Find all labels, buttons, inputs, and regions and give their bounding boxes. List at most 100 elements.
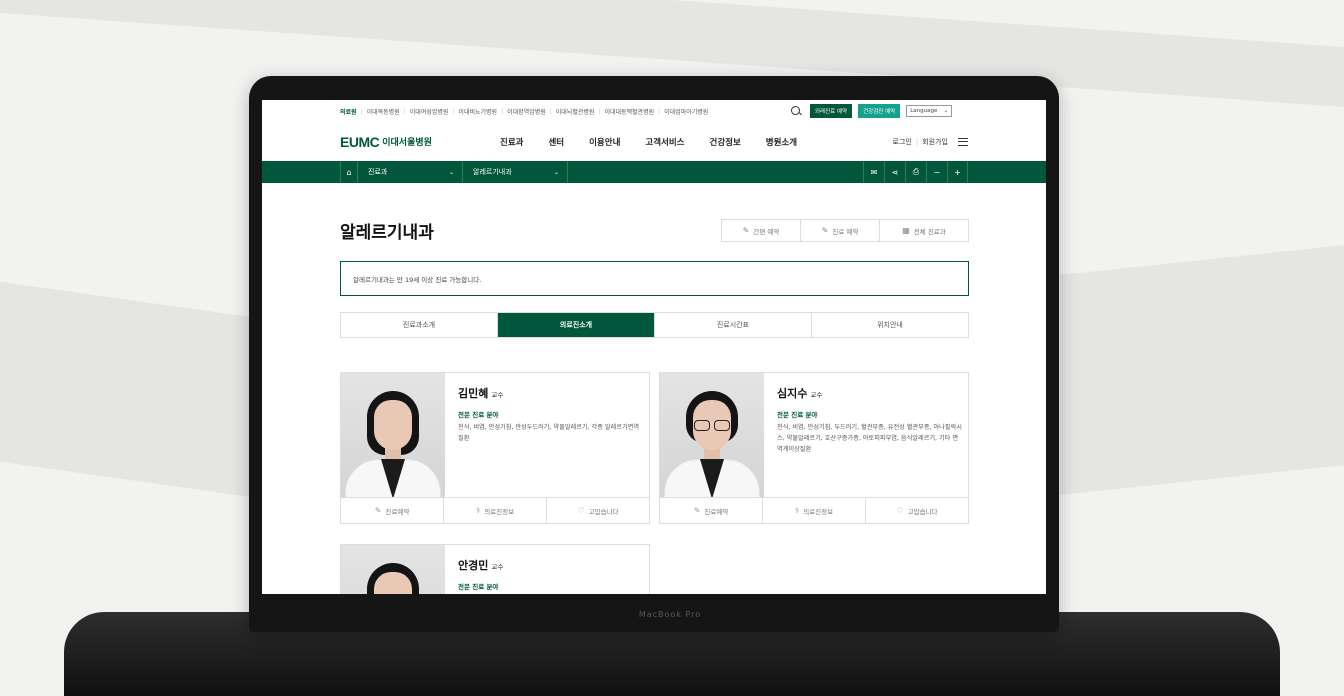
edit-icon: ✎ bbox=[821, 226, 829, 235]
doctor-reservation-button[interactable]: ✎ 진료예약 bbox=[341, 498, 444, 523]
heart-icon: ♡ bbox=[577, 506, 585, 515]
notice-text: 알레르기내과는 만 19세 이상 진료 가능합니다. bbox=[353, 275, 482, 284]
doctor-info: 안경민 교수 전문 진료 분야 bbox=[458, 557, 643, 591]
tab-doctors[interactable]: 의료진소개 bbox=[498, 313, 655, 337]
heart-icon: ♡ bbox=[896, 506, 904, 515]
specialty-text: 천식, 비염, 만성기침, 두드러기, 혈관부종, 유전성 혈관부종, 아나필락… bbox=[777, 424, 962, 453]
share-icon[interactable]: ⋖ bbox=[884, 161, 905, 183]
site-link-women-cancer[interactable]: 이대여성암병원 bbox=[406, 107, 453, 116]
doctor-actions: ✎ 진료예약 ⚕ 의료진정보 ♡ 고맙습니다 bbox=[660, 497, 968, 523]
thanks-button[interactable]: ♡ 고맙습니다 bbox=[547, 498, 649, 523]
site-link-urology[interactable]: 이대비뇨기병원 bbox=[454, 107, 501, 116]
logo-name: 이대서울병원 bbox=[382, 138, 432, 148]
language-select[interactable]: Language ⌄ bbox=[906, 105, 953, 117]
quick-reservation-button[interactable]: ✎ 간편 예약 bbox=[722, 220, 801, 241]
language-label: Language bbox=[910, 108, 938, 114]
menu-icon[interactable] bbox=[958, 137, 968, 146]
specialty-text: 천식, 비염, 만성기침, 만성두드러기, 약물알레르기, 각종 알레르기면역질… bbox=[458, 424, 640, 442]
tab-location[interactable]: 위치안내 bbox=[812, 313, 968, 337]
doctor-name: 심지수 교수 bbox=[777, 385, 962, 401]
doctor-title: 교수 bbox=[491, 563, 504, 571]
global-nav: 진료과 센터 이용안내 고객서비스 건강정보 병원소개 bbox=[500, 136, 822, 148]
specialty-label: 전문 진료 분야 bbox=[777, 411, 818, 419]
doctor-title: 교수 bbox=[810, 391, 823, 399]
location-depth1-label: 진료과 bbox=[368, 168, 388, 176]
doctor-info: 심지수 교수 전문 진료 분야 천식, 비염, 만성기침, 두드러기, 혈관부종,… bbox=[777, 385, 962, 455]
chevron-down-icon: ⌄ bbox=[448, 168, 454, 176]
doctor-info: 김민혜 교수 전문 진료 분야 천식, 비염, 만성기침, 만성두드러기, 약물알… bbox=[458, 385, 643, 444]
doctor-card: 심지수 교수 전문 진료 분야 천식, 비염, 만성기침, 두드러기, 혈관부종,… bbox=[659, 372, 969, 524]
thanks-label: 고맙습니다 bbox=[907, 507, 938, 516]
site-link-cerebrovascular[interactable]: 이대뇌혈관병원 bbox=[552, 107, 599, 116]
site-link-mom-baby[interactable]: 이대엄마아기병원 bbox=[660, 107, 712, 116]
logo[interactable]: EUMC 이대서울병원 bbox=[340, 134, 480, 150]
page-tools: ✉ ⋖ ⎙ − + bbox=[863, 161, 968, 183]
background-shadow bbox=[1060, 245, 1344, 495]
doctor-actions: ✎ 진료예약 ⚕ 의료진정보 ♡ 고맙습니다 bbox=[341, 497, 649, 523]
site-link-cancer[interactable]: 이대함역암병원 bbox=[503, 107, 550, 116]
notice-box: 알레르기내과는 만 19세 이상 진료 가능합니다. bbox=[340, 261, 969, 296]
edit-icon: ✎ bbox=[742, 226, 750, 235]
doctor-profile-label: 의료진정보 bbox=[484, 507, 515, 516]
nav-item-centers[interactable]: 센터 bbox=[548, 136, 564, 148]
login-link[interactable]: 로그인 bbox=[893, 137, 912, 147]
search-icon[interactable] bbox=[790, 105, 802, 117]
doctor-title: 교수 bbox=[491, 391, 504, 399]
doctor-reservation-label: 진료예약 bbox=[704, 507, 729, 516]
laptop-brand-label: MacBook Pro bbox=[638, 610, 702, 619]
doctor-profile-button[interactable]: ⚕ 의료진정보 bbox=[763, 498, 866, 523]
nav-item-about[interactable]: 병원소개 bbox=[766, 136, 797, 148]
thanks-label: 고맙습니다 bbox=[588, 507, 619, 516]
foreign-reservation-button[interactable]: 외래진료 예약 bbox=[810, 104, 853, 118]
nav-item-health-info[interactable]: 건강정보 bbox=[710, 136, 741, 148]
doctor-reservation-button[interactable]: ✎ 진료예약 bbox=[660, 498, 763, 523]
tab-intro[interactable]: 진료과소개 bbox=[341, 313, 498, 337]
all-departments-label: 전체 진료과 bbox=[913, 227, 946, 236]
family-sites: 의료원 | 이대목동병원 | 이대여성암병원 | 이대비뇨기병원 | 이대함역암병원 | … bbox=[340, 107, 780, 116]
location-bar: ⌂ 진료과 ⌄ 알레르기내과 ⌄ ✉ ⋖ ⎙ − + bbox=[262, 161, 1046, 183]
site-link-medical-center[interactable]: 의료원 bbox=[340, 107, 361, 116]
specialty-label: 전문 진료 분야 bbox=[458, 583, 499, 591]
mail-icon[interactable]: ✉ bbox=[863, 161, 884, 183]
home-icon[interactable]: ⌂ bbox=[340, 161, 358, 183]
page-title: 알레르기내과 bbox=[340, 223, 434, 243]
doctor-profile-button[interactable]: ⚕ 의료진정보 bbox=[444, 498, 547, 523]
edit-icon: ✎ bbox=[374, 506, 382, 515]
doctor-name: 김민혜 교수 bbox=[458, 385, 643, 401]
location-depth2-label: 알레르기내과 bbox=[473, 168, 512, 176]
location-select-depth2[interactable]: 알레르기내과 ⌄ bbox=[463, 161, 568, 183]
nav-item-customer-service[interactable]: 고객서비스 bbox=[645, 136, 684, 148]
quick-reservation-label: 간편 예약 bbox=[753, 227, 780, 236]
checkup-reservation-button[interactable]: 건강검진 예약 bbox=[858, 104, 901, 118]
doctor-profile-label: 의료진정보 bbox=[803, 507, 834, 516]
zoom-out-icon[interactable]: − bbox=[926, 161, 947, 183]
doctor-photo bbox=[660, 373, 764, 498]
glasses-icon bbox=[694, 420, 730, 431]
reservation-button[interactable]: ✎ 진료 예약 bbox=[801, 220, 880, 241]
edit-icon: ✎ bbox=[693, 506, 701, 515]
join-link[interactable]: 회원가입 bbox=[922, 137, 948, 147]
all-departments-button[interactable]: ▦ 전체 진료과 bbox=[880, 220, 968, 241]
doctor-name-text: 안경민 bbox=[458, 559, 489, 572]
background-shadow bbox=[0, 281, 260, 499]
doctor-name-text: 심지수 bbox=[777, 387, 808, 400]
browser-screen: 의료원 | 이대목동병원 | 이대여성암병원 | 이대비뇨기병원 | 이대함역암병원 | … bbox=[262, 100, 1046, 594]
tab-schedule[interactable]: 진료시간표 bbox=[655, 313, 812, 337]
nav-item-guide[interactable]: 이용안내 bbox=[589, 136, 620, 148]
site-link-mokdong[interactable]: 이대목동병원 bbox=[363, 107, 404, 116]
stethoscope-icon: ⚕ bbox=[475, 506, 481, 515]
doctor-card: 김민혜 교수 전문 진료 분야 천식, 비염, 만성기침, 만성두드러기, 약물알… bbox=[340, 372, 650, 524]
site-link-aorta[interactable]: 이대대동맥혈관병원 bbox=[600, 107, 658, 116]
main-header: EUMC 이대서울병원 진료과 센터 이용안내 고객서비스 건강정보 병원소개 … bbox=[262, 122, 1046, 161]
logo-mark: EUMC bbox=[340, 133, 380, 150]
thanks-button[interactable]: ♡ 고맙습니다 bbox=[866, 498, 968, 523]
location-select-depth1[interactable]: 진료과 ⌄ bbox=[358, 161, 463, 183]
nav-item-departments[interactable]: 진료과 bbox=[500, 136, 523, 148]
doctor-reservation-label: 진료예약 bbox=[385, 507, 410, 516]
doctor-name-text: 김민혜 bbox=[458, 387, 489, 400]
doctor-photo bbox=[341, 373, 445, 498]
specialty-label: 전문 진료 분야 bbox=[458, 411, 499, 419]
chevron-down-icon: ⌄ bbox=[943, 108, 949, 114]
zoom-in-icon[interactable]: + bbox=[947, 161, 968, 183]
print-icon[interactable]: ⎙ bbox=[905, 161, 926, 183]
